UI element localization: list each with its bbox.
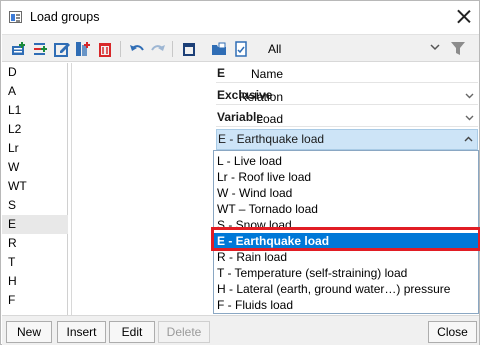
insert-button[interactable]: Insert [57, 321, 106, 343]
list-item[interactable]: W [2, 158, 68, 177]
copy-item-icon[interactable] [75, 41, 91, 57]
chevron-down-icon[interactable] [430, 42, 440, 52]
toolbar: All [2, 34, 479, 62]
window-app-icon [9, 11, 22, 23]
new-item-icon[interactable] [11, 41, 27, 57]
list-item[interactable]: D [2, 63, 68, 82]
list-item[interactable]: L1 [2, 101, 68, 120]
list-item[interactable]: H [2, 272, 68, 291]
undo-icon[interactable] [129, 41, 145, 57]
open-folder-icon[interactable] [211, 41, 227, 57]
dropdown-option[interactable]: T - Temperature (self-straining) load [214, 265, 478, 281]
list-item[interactable]: T [2, 253, 68, 272]
filter-funnel-icon[interactable] [451, 41, 465, 56]
chevron-down-icon[interactable] [465, 113, 474, 122]
delete-button: Delete [158, 321, 210, 343]
pane-divider[interactable] [71, 63, 72, 315]
dropdown-option[interactable]: Lr - Roof live load [214, 169, 478, 185]
relation-value: Exclusive [217, 88, 273, 102]
list-item[interactable]: WT [2, 177, 68, 196]
close-window-icon[interactable] [452, 5, 476, 29]
list-item[interactable]: S [2, 196, 68, 215]
name-value: E [217, 66, 226, 80]
toolbar-separator [172, 41, 173, 57]
table-view-icon[interactable] [181, 41, 197, 57]
list-item[interactable]: F [2, 291, 68, 310]
button-bar: New Insert Edit Delete Close [2, 315, 479, 345]
load-type-select[interactable]: E - Earthquake load [216, 129, 478, 150]
list-item-selected[interactable]: E [2, 215, 68, 234]
dropdown-option[interactable]: WT – Tornado load [214, 201, 478, 217]
load-type-value: E - Earthquake load [218, 132, 325, 146]
list-item[interactable]: L2 [2, 120, 68, 139]
insert-item-icon[interactable] [32, 41, 48, 57]
dropdown-option[interactable]: L - Live load [214, 153, 478, 169]
chevron-up-icon[interactable] [464, 135, 473, 144]
document-check-icon[interactable] [233, 41, 249, 57]
load-select[interactable]: Variable [216, 108, 478, 127]
edit-item-icon[interactable] [54, 41, 70, 57]
dropdown-option[interactable]: F - Fluids load [214, 297, 478, 313]
annotation-highlight-box [211, 227, 480, 251]
load-group-list: D A L1 L2 Lr W WT S E R T H F [2, 63, 68, 315]
edit-button[interactable]: Edit [109, 321, 155, 343]
redo-icon[interactable] [150, 41, 166, 57]
relation-select[interactable]: Exclusive [216, 86, 478, 105]
new-button[interactable]: New [6, 321, 52, 343]
load-value: Variable [217, 110, 264, 124]
load-groups-dialog: Load groups All D A L1 L2 Lr W WT S E R … [0, 0, 480, 345]
close-button[interactable]: Close [428, 321, 477, 343]
chevron-down-icon[interactable] [465, 91, 474, 100]
dropdown-option[interactable]: W - Wind load [214, 185, 478, 201]
list-item[interactable]: A [2, 82, 68, 101]
dropdown-option[interactable]: R - Rain load [214, 249, 478, 265]
dropdown-option[interactable]: H - Lateral (earth, ground water…) press… [214, 281, 478, 297]
list-item[interactable]: R [2, 234, 68, 253]
filter-value[interactable]: All [268, 42, 281, 56]
toolbar-separator [120, 41, 121, 57]
list-item[interactable]: Lr [2, 139, 68, 158]
title-bar: Load groups [1, 1, 479, 34]
name-field[interactable]: E [216, 64, 478, 83]
delete-item-icon[interactable] [97, 41, 113, 57]
window-title: Load groups [30, 10, 100, 24]
